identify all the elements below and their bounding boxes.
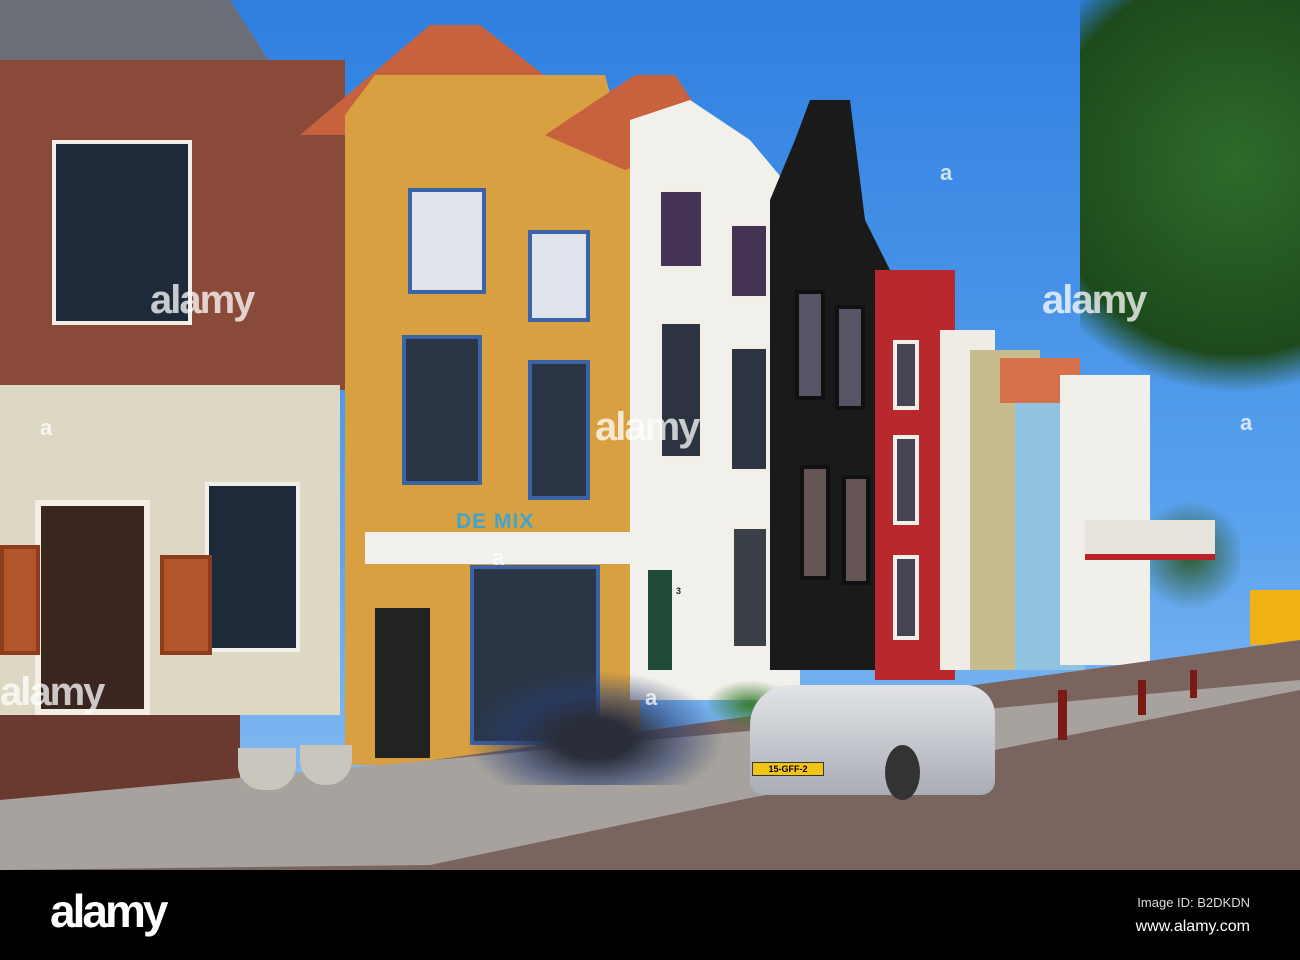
menu-board [0, 545, 40, 655]
menu-board [160, 555, 212, 655]
plant-pot [238, 748, 296, 790]
license-plate: 15-GFF-2 [752, 762, 824, 776]
footer-bar: alamy Image ID: B2DKDN www.alamy.com [0, 870, 1300, 960]
shop-door [375, 608, 430, 758]
watermark-logo: alamy [0, 670, 105, 714]
green-door [648, 570, 672, 670]
bollard [1138, 680, 1146, 715]
red-balcony [1085, 520, 1215, 560]
alamy-logo: alamy [50, 885, 168, 937]
shop-sign: DE MIX [456, 510, 535, 533]
window [657, 188, 705, 270]
window [728, 222, 770, 300]
bollard [1058, 690, 1067, 740]
watermark-logo: alamy [150, 278, 255, 322]
image-id: Image ID: B2DKDN [1137, 895, 1250, 910]
black-building [770, 100, 890, 670]
street-photo: DE MIX 3 15-GFF-2 alamy alamy alamy alam… [0, 0, 1300, 870]
window [730, 525, 770, 650]
window [893, 435, 919, 525]
window [528, 360, 590, 500]
site-url: www.alamy.com [1135, 918, 1250, 935]
window [528, 230, 590, 322]
car-wheel [885, 745, 920, 800]
window [842, 475, 870, 585]
watermark-letter: a [40, 415, 53, 440]
window [408, 188, 486, 294]
window [795, 290, 825, 400]
tree [1080, 0, 1300, 440]
watermark-logo: alamy [595, 405, 700, 449]
watermark-letter: a [645, 685, 658, 710]
window [893, 555, 919, 640]
window [402, 335, 482, 485]
window [728, 345, 770, 473]
watermark-letter: a [940, 160, 953, 185]
window [893, 340, 919, 410]
silver-convertible-car [750, 685, 995, 795]
watermark-letter: a [1240, 410, 1253, 435]
bollard [1190, 670, 1197, 698]
window [800, 465, 830, 580]
watermark-letter: a [492, 545, 505, 570]
yellow-truck [1250, 590, 1300, 645]
watermark-logo: alamy [1042, 278, 1147, 322]
window [835, 305, 865, 410]
cafe-terrace-people [465, 670, 725, 785]
window [205, 482, 300, 652]
house-number: 3 [676, 586, 682, 596]
